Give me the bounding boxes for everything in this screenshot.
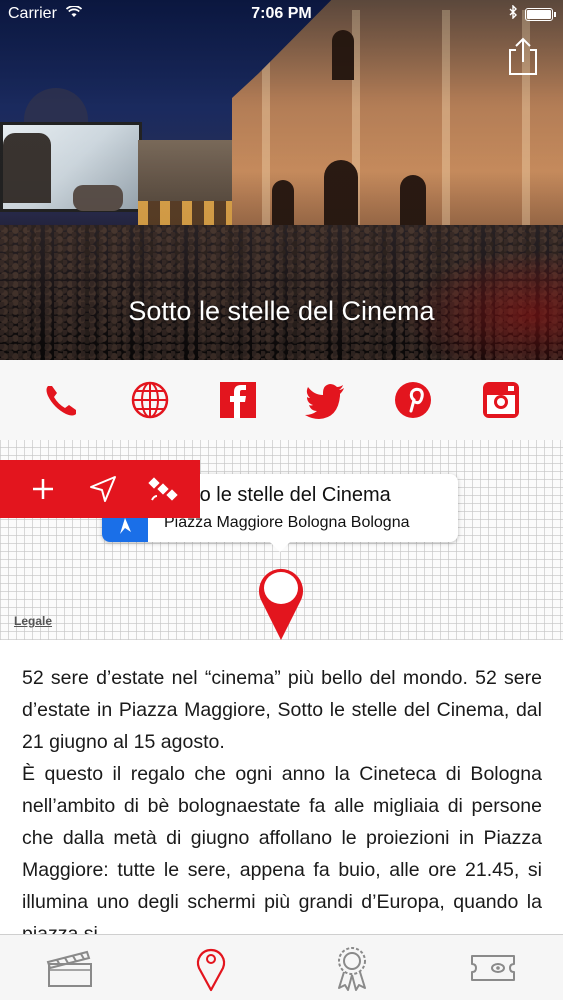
- zoom-in-button[interactable]: [28, 474, 58, 504]
- pinterest-icon: [395, 382, 432, 418]
- facebook-button[interactable]: [217, 379, 259, 421]
- instagram-button[interactable]: [480, 379, 522, 421]
- contact-bar: [0, 360, 563, 440]
- globe-icon: [131, 381, 168, 419]
- tab-tickets[interactable]: [465, 940, 521, 996]
- description-paragraph: È questo il regalo che ogni anno la Cine…: [22, 763, 542, 934]
- twitter-icon: [305, 384, 345, 419]
- twitter-button[interactable]: [304, 379, 346, 421]
- tab-films[interactable]: [42, 940, 98, 996]
- description-text: 52 sere d’estate nel “cinema” più bello …: [22, 662, 542, 934]
- clock: 7:06 PM: [251, 5, 312, 22]
- hero-image: Sotto le stelle del Cinema: [0, 0, 563, 360]
- share-icon: [509, 37, 537, 75]
- bluetooth-icon: [509, 4, 517, 22]
- satellite-icon: [148, 477, 178, 501]
- tab-bar: [0, 934, 563, 1000]
- satellite-view-button[interactable]: [148, 474, 178, 504]
- legal-link[interactable]: Legale: [14, 614, 52, 628]
- description-paragraph: 52 sere d’estate nel “cinema” più bello …: [22, 667, 542, 753]
- status-bar: Carrier 7:06 PM: [0, 0, 563, 30]
- phone-icon: [46, 386, 76, 416]
- map-pin-marker[interactable]: [254, 564, 308, 640]
- page-title: Sotto le stelle del Cinema: [128, 296, 435, 326]
- phone-button[interactable]: [41, 379, 83, 421]
- ticket-icon: [470, 954, 515, 981]
- website-button[interactable]: [129, 379, 171, 421]
- map-pin-icon: [259, 568, 303, 640]
- award-ribbon-icon: [337, 946, 366, 991]
- clapperboard-icon: [47, 950, 93, 987]
- map-pin-icon: [197, 948, 226, 991]
- facebook-icon: [219, 382, 256, 418]
- map-toolbar: [0, 460, 200, 518]
- share-button[interactable]: [504, 36, 542, 76]
- map-view[interactable]: Sotto le stelle del Cinema Piazza Maggio…: [0, 440, 563, 640]
- battery-icon: [525, 8, 556, 21]
- locate-me-button[interactable]: [88, 474, 118, 504]
- callout-subtitle: Piazza Maggiore Bologna Bologna: [164, 514, 410, 531]
- instagram-icon: [483, 382, 520, 418]
- pinterest-button[interactable]: [392, 379, 434, 421]
- tab-awards[interactable]: [324, 940, 380, 996]
- navigate-arrow-icon: [90, 476, 116, 502]
- tab-places[interactable]: [183, 940, 239, 996]
- plus-icon: [33, 479, 53, 499]
